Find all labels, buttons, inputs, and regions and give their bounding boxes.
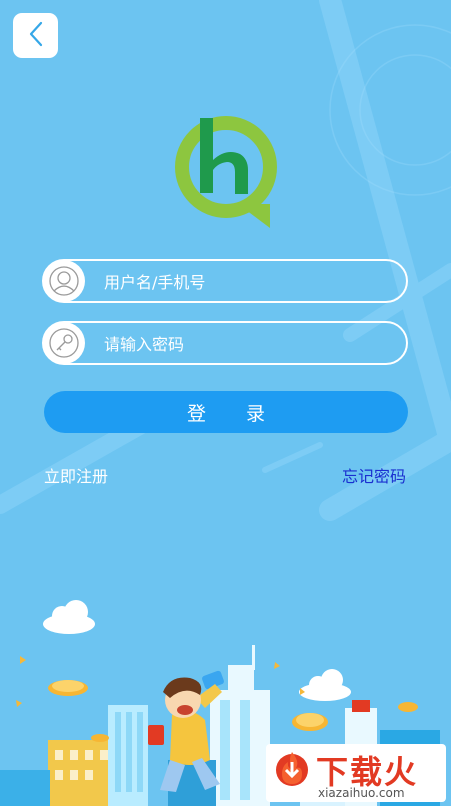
user-avatar-icon: [43, 260, 85, 302]
back-button[interactable]: [13, 13, 58, 58]
register-link[interactable]: 立即注册: [44, 463, 108, 487]
chevron-left-icon: [27, 21, 45, 51]
password-input[interactable]: [102, 331, 396, 357]
username-input[interactable]: [102, 269, 396, 295]
watermark-site: xiazaihuo.com: [318, 786, 405, 800]
login-button[interactable]: 登录: [44, 391, 408, 433]
hq-logo-icon: [170, 112, 282, 232]
password-field[interactable]: [42, 321, 408, 365]
key-icon: [43, 322, 85, 364]
username-field[interactable]: [42, 259, 408, 303]
download-flame-icon: [272, 748, 312, 792]
forgot-password-link[interactable]: 忘记密码: [342, 463, 406, 487]
